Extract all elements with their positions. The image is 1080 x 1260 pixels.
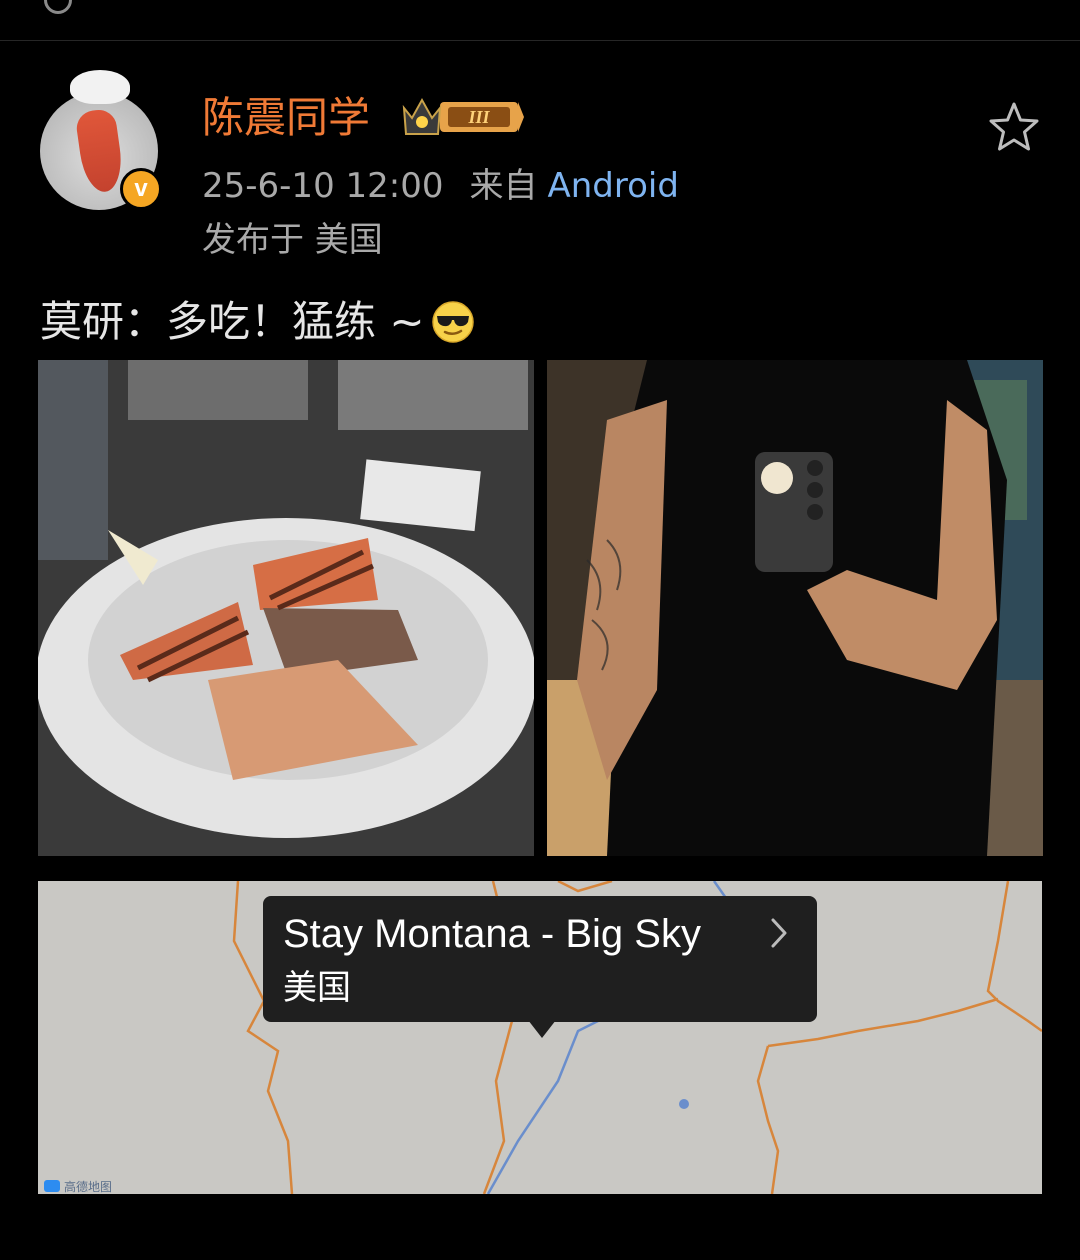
- chevron-right-icon: [771, 918, 787, 948]
- map-location-tooltip[interactable]: Stay Montana - Big Sky 美国: [263, 896, 817, 1022]
- timestamp: 25-6-10 12:00: [202, 166, 444, 206]
- rank-badge-text: III: [467, 107, 490, 127]
- verified-badge-icon: v: [120, 168, 162, 210]
- gym-selfie-illustration: [547, 360, 1043, 856]
- map-provider-icon: [44, 1180, 60, 1192]
- post-body: 莫研：多吃！猛练 ~: [40, 297, 425, 346]
- top-bar: [0, 0, 1080, 41]
- gym-mirror-selfie-photo[interactable]: [547, 360, 1043, 856]
- food-plate-photo[interactable]: [38, 360, 534, 856]
- from-label: 来自: [469, 166, 538, 206]
- sunglasses-emoji-icon: [431, 301, 474, 343]
- carrot-illustration: [74, 107, 126, 195]
- member-rank-badge-icon[interactable]: III: [402, 96, 524, 138]
- author-name[interactable]: 陈震同学: [202, 92, 370, 144]
- tooltip-pointer: [528, 1020, 556, 1038]
- post-text: 莫研：多吃！猛练 ~: [40, 294, 475, 350]
- post-meta: 25-6-10 12:00 来自 Android: [202, 164, 679, 208]
- map-provider-label: 高德地图: [64, 1180, 113, 1194]
- place-country: 美国: [283, 968, 351, 1008]
- bunny-illustration: [70, 70, 130, 104]
- partial-icon: [44, 0, 72, 14]
- favorite-star-icon[interactable]: [986, 100, 1042, 156]
- map-provider-logo: 高德地图: [44, 1178, 112, 1194]
- food-plate-illustration: [38, 360, 534, 856]
- place-name: Stay Montana - Big Sky: [283, 912, 701, 956]
- location-line: 发布于 美国: [202, 220, 383, 260]
- client-link[interactable]: Android: [548, 166, 679, 206]
